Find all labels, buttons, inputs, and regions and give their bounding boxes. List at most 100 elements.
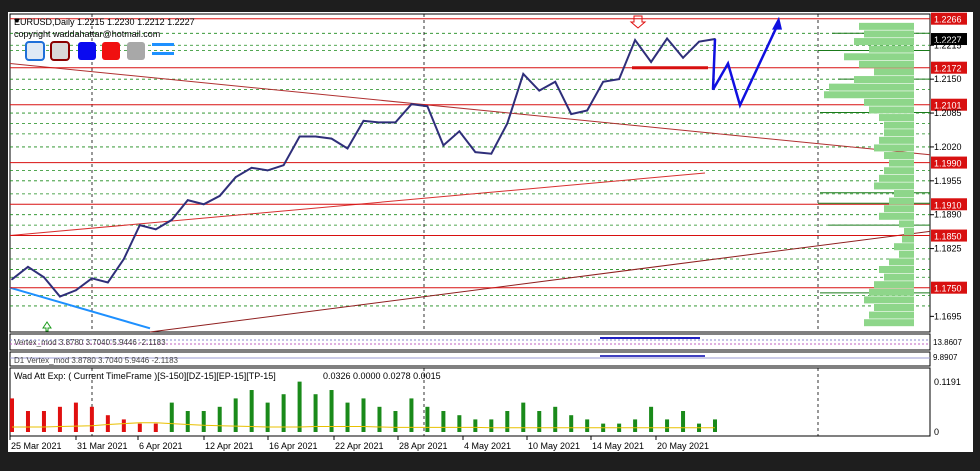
color-button-red[interactable] [102, 42, 120, 60]
profile-bar [879, 212, 914, 220]
wad-title: Wad Att Exp: ( Current TimeFrame )[S-150… [14, 371, 276, 381]
price-point [218, 195, 221, 197]
profile-bar [879, 174, 914, 182]
wad-bar-up [457, 415, 462, 432]
wad-bar-up [665, 419, 670, 432]
price-point [75, 289, 77, 292]
wad-bar-up [425, 406, 430, 432]
color-button-blue[interactable] [78, 42, 96, 60]
price-point [410, 103, 413, 106]
vertex-scale-2: 9.8907 [933, 353, 958, 362]
price-point [538, 89, 541, 92]
price-tick-label: 1.2020 [934, 142, 962, 152]
price-point [106, 281, 109, 284]
wad-bar-up [585, 419, 590, 432]
profile-bar [874, 182, 914, 190]
price-point [122, 258, 125, 260]
wad-bar-up [473, 419, 478, 432]
profile-bar [894, 190, 914, 198]
profile-bar [869, 288, 914, 296]
price-point [634, 39, 637, 41]
vertex-scale-1: 13.8607 [933, 338, 962, 347]
line-style-button[interactable] [152, 43, 174, 46]
wad-bar-up [169, 402, 174, 432]
price-point [698, 40, 700, 43]
profile-bar [879, 136, 914, 144]
price-point [554, 80, 557, 83]
profile-bar [902, 235, 914, 243]
chart-canvas[interactable]: 1.22661.21721.21011.19901.19101.18501.17… [0, 0, 980, 466]
wad-bar-down [137, 423, 142, 432]
wad-bar-up [441, 411, 446, 432]
price-point [43, 276, 45, 279]
profile-bar [869, 45, 914, 53]
color-button-darkred[interactable] [50, 41, 70, 61]
profile-bar [884, 167, 914, 175]
wad-bar-up [345, 402, 350, 432]
profile-bar [854, 76, 914, 84]
color-button-lightblue[interactable] [25, 41, 45, 61]
wad-bar-down [41, 411, 46, 432]
price-point [11, 278, 13, 281]
profile-bar [889, 159, 914, 167]
wad-bar-up [249, 390, 254, 432]
profile-bar [864, 319, 914, 327]
price-point [650, 61, 652, 63]
price-point [666, 37, 668, 40]
copyright-text: copyright waddahattar@hotmail.com [14, 29, 160, 39]
time-tick-label: 4 May 2021 [464, 441, 511, 451]
wad-bar-down [57, 406, 62, 432]
profile-bar [874, 303, 914, 311]
wad-bar-up [297, 381, 302, 432]
price-point [59, 295, 61, 298]
price-tick-label: 1.1695 [934, 311, 962, 321]
price-point [90, 277, 93, 280]
profile-bar [869, 106, 914, 114]
wad-bar-up [185, 411, 190, 432]
chart-window[interactable]: 1.2266 1.2172 1.2101 1.1990 1.1910 1.1850 1.17… [0, 0, 980, 466]
time-tick-label: 20 May 2021 [657, 441, 709, 451]
price-point [27, 265, 29, 268]
price-point [330, 137, 333, 140]
profile-bar [829, 83, 914, 91]
profile-bar [884, 121, 914, 129]
wad-bar-up [569, 415, 574, 432]
price-point [586, 109, 589, 112]
price-point [458, 130, 461, 133]
wad-bar-up [489, 419, 494, 432]
wad-bar-up [681, 411, 686, 432]
wad-bar-up [633, 419, 638, 432]
profile-bar [844, 53, 914, 61]
wad-tick-label: 0 [934, 427, 939, 437]
line-style-button-2[interactable] [152, 52, 174, 55]
profile-bar [854, 38, 914, 46]
profile-bar [874, 68, 914, 76]
price-point [138, 224, 141, 227]
price-level-label: 1.2172 [934, 64, 962, 74]
price-point [682, 56, 684, 59]
price-point [474, 151, 477, 154]
price-point [186, 199, 189, 202]
time-tick-label: 28 Apr 2021 [399, 441, 448, 451]
profile-bar [874, 281, 914, 289]
price-point [442, 144, 445, 147]
price-point [618, 78, 621, 81]
price-point [426, 105, 429, 108]
time-tick-label: 25 Mar 2021 [11, 441, 62, 451]
price-tick-label: 1.1955 [934, 176, 962, 186]
time-tick-label: 6 Apr 2021 [139, 441, 183, 451]
wad-bar-up [713, 419, 717, 432]
wad-bar-down [89, 406, 94, 432]
price-level-label: 1.1990 [934, 159, 962, 169]
wad-bar-up [265, 402, 270, 432]
profile-bar [899, 220, 914, 228]
profile-bar [824, 91, 914, 99]
wad-bar-up [537, 411, 542, 432]
color-button-gray[interactable] [127, 42, 145, 60]
wad-bar-up [505, 411, 510, 432]
price-point [154, 228, 157, 231]
price-point [490, 152, 493, 155]
price-point [298, 135, 301, 138]
wad-bar-down [73, 402, 78, 432]
price-point [250, 166, 253, 169]
